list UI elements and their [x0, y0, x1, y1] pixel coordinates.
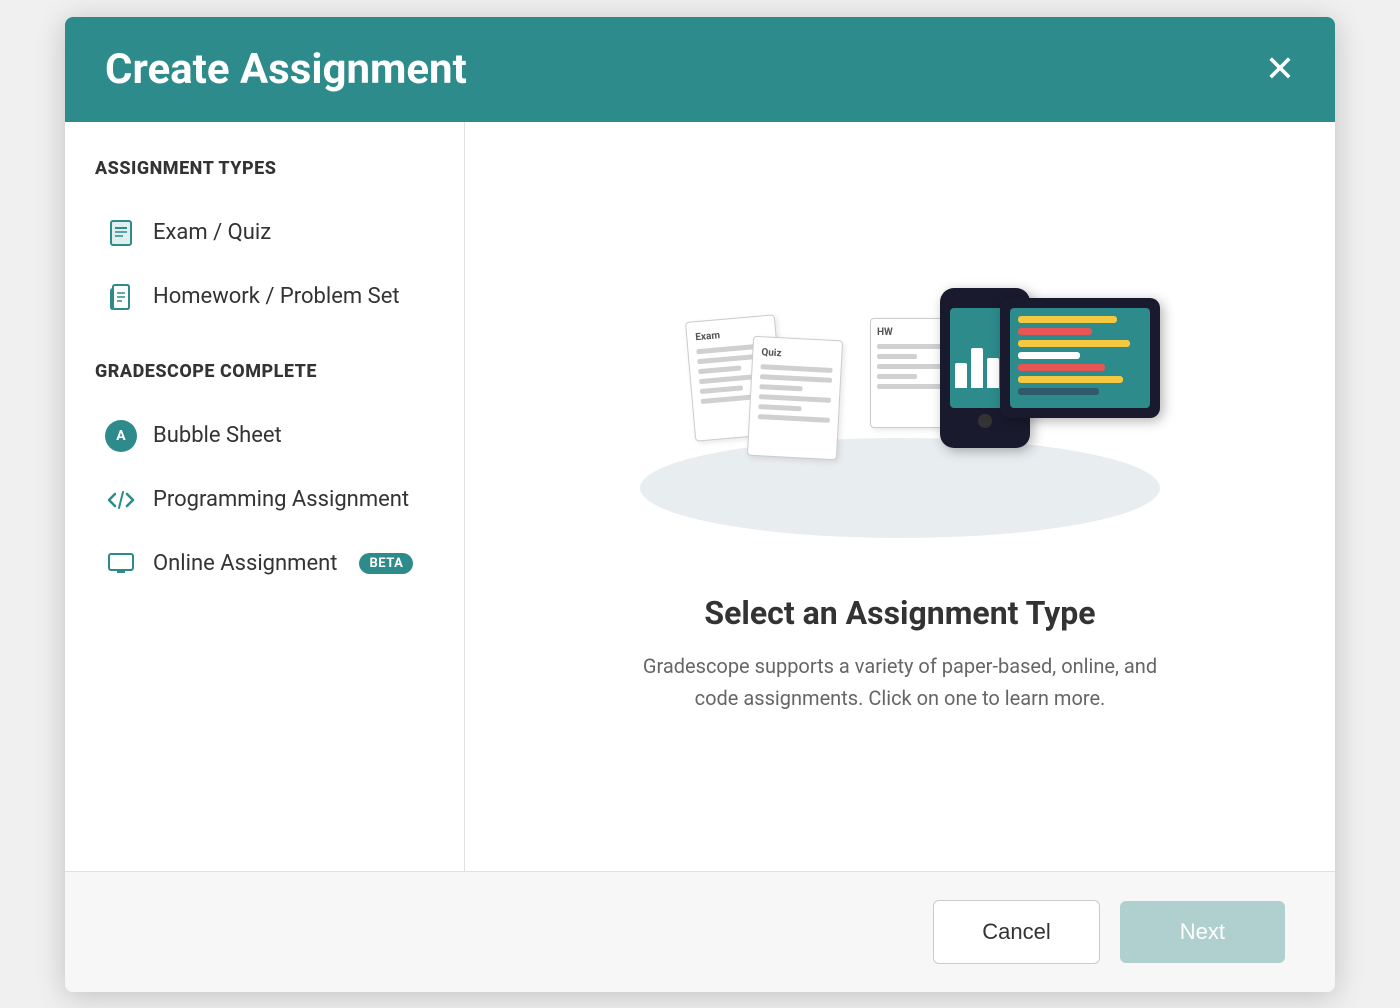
programming-icon — [105, 484, 137, 516]
hw-document: HW — [870, 318, 950, 428]
tablet-line-6 — [1018, 376, 1123, 383]
tablet-line-7 — [1018, 388, 1099, 395]
tablet-line-3 — [1018, 340, 1130, 347]
bar-1 — [955, 363, 967, 388]
online-icon — [105, 548, 137, 580]
create-assignment-modal: Create Assignment ✕ ASSIGNMENT TYPES Exa… — [65, 17, 1335, 992]
modal-footer: Cancel Next — [65, 872, 1335, 992]
tablet-line-2 — [1018, 328, 1092, 335]
sidebar-item-online[interactable]: Online Assignment BETA — [95, 534, 434, 594]
section-title-assignment-types: ASSIGNMENT TYPES — [95, 158, 434, 179]
homework-icon — [105, 281, 137, 313]
ellipse-background — [640, 438, 1160, 538]
sidebar-item-bubble-sheet[interactable]: A Bubble Sheet — [95, 406, 434, 466]
phone-home-button — [978, 414, 992, 428]
bubble-sheet-icon: A — [105, 420, 137, 452]
sidebar-item-programming[interactable]: Programming Assignment — [95, 470, 434, 530]
modal-title: Create Assignment — [105, 45, 467, 94]
illustration: Exam Quiz — [620, 278, 1180, 558]
bar-3 — [987, 358, 999, 388]
exam-quiz-label: Exam / Quiz — [153, 220, 271, 245]
quiz-document: Quiz — [747, 336, 843, 461]
beta-badge: BETA — [359, 553, 413, 574]
main-heading: Select an Assignment Type — [704, 594, 1095, 632]
close-button[interactable]: ✕ — [1265, 51, 1295, 87]
modal-header: Create Assignment ✕ — [65, 17, 1335, 122]
bubble-sheet-label: Bubble Sheet — [153, 423, 282, 448]
bar-2 — [971, 348, 983, 388]
cancel-button[interactable]: Cancel — [933, 900, 1099, 964]
tablet-line-4 — [1018, 352, 1080, 359]
tablet-illustration — [1000, 298, 1160, 418]
tablet-screen — [1010, 308, 1150, 408]
main-content: Exam Quiz — [465, 122, 1335, 871]
modal-body: ASSIGNMENT TYPES Exam / Quiz — [65, 122, 1335, 872]
section-title-gradescope: GRADESCOPE COMPLETE — [95, 361, 434, 382]
tablet-line-1 — [1018, 316, 1117, 323]
exam-quiz-icon — [105, 217, 137, 249]
main-description: Gradescope supports a variety of paper-b… — [620, 650, 1180, 714]
next-button[interactable]: Next — [1120, 901, 1285, 963]
sidebar-item-exam-quiz[interactable]: Exam / Quiz — [95, 203, 434, 263]
programming-label: Programming Assignment — [153, 487, 409, 512]
sidebar-item-homework[interactable]: Homework / Problem Set — [95, 267, 434, 327]
online-label: Online Assignment — [153, 551, 337, 576]
sidebar: ASSIGNMENT TYPES Exam / Quiz — [65, 122, 465, 871]
tablet-line-5 — [1018, 364, 1105, 371]
homework-label: Homework / Problem Set — [153, 284, 400, 309]
